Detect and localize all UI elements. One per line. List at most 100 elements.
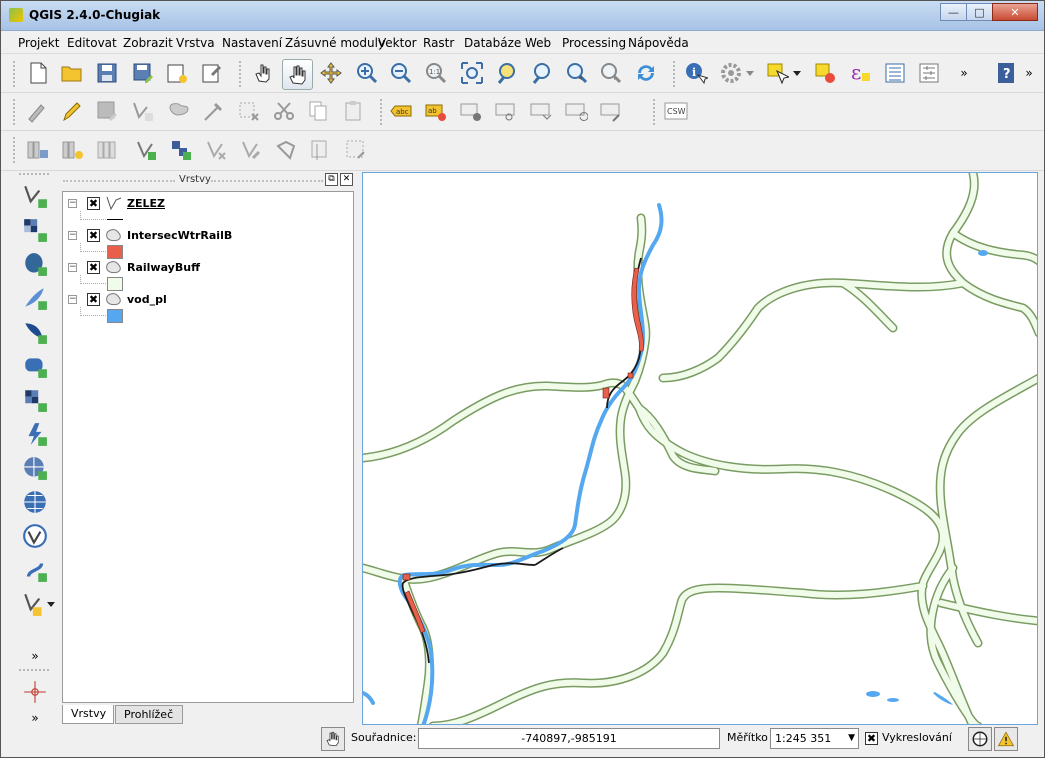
panel-close-button[interactable]: ✕ (340, 173, 353, 186)
touch-zoom-pan-icon[interactable] (249, 59, 277, 87)
collapse-toggle[interactable]: − (68, 231, 77, 240)
pan-to-selection-icon[interactable] (317, 59, 345, 87)
zoom-out-icon[interactable] (387, 59, 415, 87)
toolbar-overflow-button-2[interactable]: » (1019, 59, 1039, 87)
layer-item-intersecwtrrailb[interactable]: − ✖ IntersecWtrRailB (63, 226, 353, 259)
add-feature-icon[interactable] (129, 97, 157, 125)
new-layer-dropdown-icon[interactable] (45, 589, 57, 619)
menu-zobrazit[interactable]: Zobrazit (123, 36, 173, 50)
menu-processing[interactable]: Processing (562, 36, 626, 50)
layers-panel-titlebar[interactable]: Vrstvy ⧉ ✕ (59, 171, 357, 189)
zoom-to-selection-icon[interactable] (493, 59, 521, 87)
layer-visibility-checkbox[interactable]: ✖ (87, 197, 100, 210)
zoom-in-icon[interactable] (353, 59, 381, 87)
collapse-toggle[interactable]: − (68, 199, 77, 208)
layer-item-zelez[interactable]: − ✖ ZELEZ (63, 194, 353, 226)
layer-visibility-checkbox[interactable]: ✖ (87, 261, 100, 274)
menu-vektor[interactable]: Vektor (378, 36, 417, 50)
panel-float-button[interactable]: ⧉ (325, 173, 338, 186)
collapse-toggle[interactable]: − (68, 263, 77, 272)
tab-prohlizec[interactable]: Prohlížeč (115, 705, 183, 724)
coordinates-field[interactable]: -740897,-985191 (418, 728, 720, 749)
new-shapefile-layer-icon[interactable] (19, 521, 51, 551)
fill-ring-icon[interactable] (202, 136, 230, 164)
minimize-button[interactable]: — (940, 3, 967, 21)
toolbar-grip[interactable] (13, 61, 17, 87)
add-oracle-layer-icon[interactable] (19, 351, 51, 381)
menu-editovat[interactable]: Editovat (67, 36, 117, 50)
maximize-button[interactable]: □ (966, 3, 993, 21)
layer-item-vod-pl[interactable]: − ✖ vod_pl (63, 290, 353, 323)
close-button[interactable]: ✕ (992, 3, 1038, 21)
offset-curve-icon[interactable] (307, 136, 335, 164)
delete-selected-icon[interactable] (235, 97, 263, 125)
toolbar-grip[interactable] (653, 99, 657, 125)
layer-visibility-checkbox[interactable]: ✖ (87, 229, 100, 242)
paste-features-icon[interactable] (339, 97, 367, 125)
add-ring-icon[interactable] (132, 136, 160, 164)
add-wcs-globe-icon[interactable] (19, 487, 51, 517)
run-action-icon[interactable] (717, 59, 745, 87)
paste-style-icon[interactable] (59, 136, 87, 164)
open-project-icon[interactable] (58, 59, 86, 87)
zoom-next-icon[interactable] (597, 59, 625, 87)
help-icon[interactable]: ? (992, 59, 1020, 87)
layer-item-railwaybuff[interactable]: − ✖ RailwayBuff (63, 258, 353, 291)
add-vector-layer-icon[interactable] (19, 181, 51, 211)
toolbar-grip[interactable] (380, 99, 384, 125)
toolbar-overflow-button[interactable]: » (954, 59, 974, 87)
map-canvas[interactable] (362, 172, 1038, 725)
identify-features-icon[interactable]: i (682, 59, 710, 87)
add-spatialite-layer-icon[interactable] (19, 283, 51, 313)
menu-nastaveni[interactable]: Nastavení (222, 36, 282, 50)
toolbar-grip[interactable] (13, 137, 17, 163)
cut-features-icon[interactable] (270, 97, 298, 125)
crs-status-icon[interactable] (968, 727, 992, 751)
edit-label-icon[interactable] (597, 97, 625, 125)
tab-vrstvy[interactable]: Vrstvy (62, 705, 114, 724)
zoom-full-icon[interactable] (458, 59, 486, 87)
zoom-to-layer-icon[interactable] (528, 59, 556, 87)
add-wcs-layer-icon[interactable] (19, 419, 51, 449)
add-mssql-layer-icon[interactable] (19, 317, 51, 347)
scale-dropdown-icon[interactable]: ▼ (848, 729, 855, 748)
split-features-icon[interactable] (342, 136, 370, 164)
statistics-icon[interactable] (915, 59, 943, 87)
layer-style-icon[interactable] (94, 136, 122, 164)
save-layer-edits-icon[interactable] (93, 97, 121, 125)
toolbar-grip[interactable] (19, 669, 49, 675)
csw-client-icon[interactable]: CSW (662, 97, 690, 125)
reshape-features-icon[interactable] (272, 136, 300, 164)
toolbar-grip[interactable] (19, 173, 49, 179)
add-wfs-layer-icon[interactable] (19, 453, 51, 483)
new-print-composer-icon[interactable] (163, 59, 191, 87)
zoom-actual-size-icon[interactable]: 1:1 (422, 59, 450, 87)
left-toolbar-overflow-button[interactable]: » (19, 641, 51, 671)
menu-web[interactable]: Web (525, 36, 551, 50)
current-edits-icon[interactable] (23, 97, 51, 125)
pan-map-icon[interactable] (282, 59, 313, 90)
change-label-icon[interactable] (562, 97, 590, 125)
menu-zasuvne-moduly[interactable]: Zásuvné moduly (285, 36, 385, 50)
toolbar-grip[interactable] (13, 99, 17, 125)
zoom-last-icon[interactable] (563, 59, 591, 87)
scale-combobox[interactable]: 1:245 351 ▼ (770, 728, 859, 749)
toggle-editing-icon[interactable] (58, 97, 86, 125)
composer-manager-icon[interactable] (198, 59, 226, 87)
copy-features-icon[interactable] (304, 97, 332, 125)
menu-databaze[interactable]: Databáze (464, 36, 521, 50)
move-feature-icon[interactable] (165, 97, 193, 125)
add-raster-layer-icon[interactable] (19, 215, 51, 245)
delete-ring-icon[interactable] (237, 136, 265, 164)
node-tool-icon[interactable] (200, 97, 228, 125)
copy-style-icon[interactable] (24, 136, 52, 164)
select-features-icon[interactable] (763, 59, 791, 87)
coordinate-toggle-icon[interactable] (321, 727, 345, 751)
add-wms-layer-icon[interactable] (19, 385, 51, 415)
attribute-table-icon[interactable] (881, 59, 909, 87)
layer-labeling-icon[interactable]: abc (387, 97, 415, 125)
messages-warning-icon[interactable] (994, 727, 1018, 751)
run-action-dropdown-icon[interactable] (743, 59, 757, 87)
field-calculator-icon[interactable]: ε (846, 59, 874, 87)
move-label-icon[interactable] (492, 97, 520, 125)
